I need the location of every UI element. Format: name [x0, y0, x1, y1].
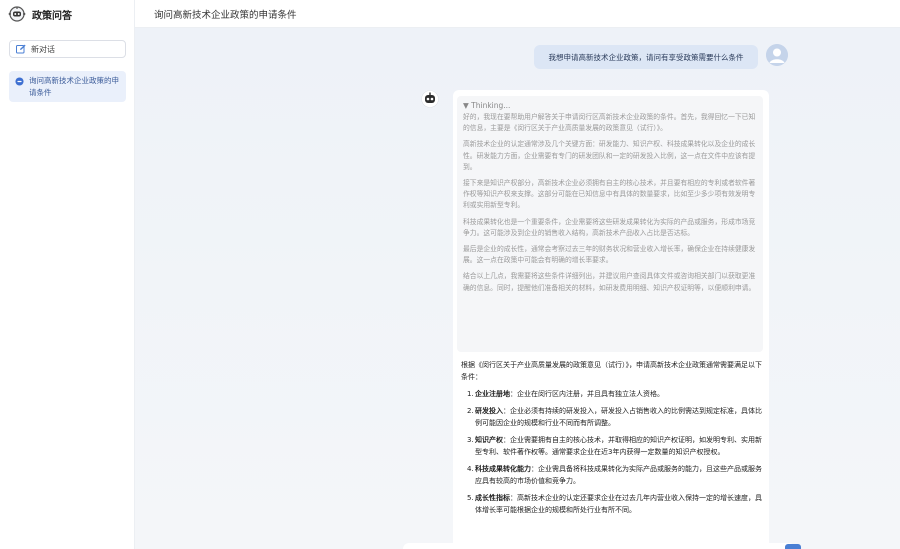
thinking-paragraph: 结合以上几点，我需要将这些条件详细列出，并建议用户查阅具体文件或咨询相关部门以获…: [463, 272, 756, 292]
item-title: 研发投入: [475, 407, 503, 415]
list-item: 5. 成长性指标：高新技术企业的认定还要求企业在过去几年内营业收入保持一定的增长速…: [461, 492, 763, 516]
thinking-toggle[interactable]: ▼ Thinking...: [463, 100, 757, 111]
item-title: 科技成果转化能力: [475, 465, 531, 473]
item-number: 2.: [467, 407, 474, 415]
header: 询问高新技术企业政策的申请条件: [135, 0, 900, 28]
new-chat-button[interactable]: 新对话: [9, 40, 126, 58]
item-text: ：企业在闵行区内注册，并且具有独立法人资格。: [510, 390, 664, 398]
page-title: 询问高新技术企业政策的申请条件: [154, 10, 297, 21]
thinking-paragraph: 高新技术企业的认定通常涉及几个关键方面：研发能力、知识产权、科技成果转化以及企业…: [463, 140, 756, 171]
robot-logo-icon: [8, 6, 26, 22]
user-avatar-icon: [766, 44, 788, 66]
answer-list: 1. 企业注册地：企业在闵行区内注册，并且具有独立法人资格。 2. 研发投入：企业必…: [461, 388, 763, 516]
list-item: 2. 研发投入：企业必须有持续的研发投入，研发投入占销售收入的比例需达到规定标准，…: [461, 405, 763, 429]
sidebar: 政策问答 新对话 询问高新技术企业政策的申请条件: [0, 0, 135, 549]
thinking-paragraph: 好的，我现在要帮助用户解答关于申请闵行区高新技术企业政策的条件。首先，我得回忆一…: [463, 113, 756, 133]
item-title: 成长性指标: [475, 494, 510, 502]
conversation-item[interactable]: 询问高新技术企业政策的申请条件: [9, 71, 126, 102]
thinking-panel[interactable]: ▼ Thinking... 好的，我现在要帮助用户解答关于申请闵行区高新技术企业…: [457, 96, 763, 352]
item-title: 知识产权: [475, 436, 503, 444]
conversation-label: 询问高新技术企业政策的申请条件: [29, 76, 119, 97]
list-item: 4. 科技成果转化能力：企业需具备将科技成果转化为实际产品或服务的能力，且这些产品…: [461, 463, 763, 487]
bot-avatar-icon: [421, 90, 439, 108]
item-number: 1.: [467, 390, 474, 398]
brand: 政策问答: [8, 5, 72, 23]
thinking-paragraph: 科技成果转化也是一个重要条件，企业需要将这些研发成果转化为实际的产品或服务，形成…: [463, 217, 756, 237]
user-message-text: 我想申请高新技术企业政策，请问有享受政策需要什么条件: [548, 52, 744, 62]
list-item: 3. 知识产权：企业需要拥有自主的核心技术，并取得相应的知识产权证明，如发明专利、…: [461, 434, 763, 458]
item-number: 4.: [467, 465, 474, 473]
item-text: ：高新技术企业的认定还要求企业在过去几年内营业收入保持一定的增长速度，具体增长率…: [475, 494, 762, 514]
user-message: 我想申请高新技术企业政策，请问有享受政策需要什么条件: [534, 45, 758, 69]
list-item: 1. 企业注册地：企业在闵行区内注册，并且具有独立法人资格。: [461, 388, 763, 400]
item-number: 3.: [467, 436, 474, 444]
message-input[interactable]: [403, 543, 795, 549]
new-chat-label: 新对话: [31, 44, 55, 54]
thinking-paragraph: 接下来是知识产权部分，高新技术企业必须拥有自主的核心技术，并且要有相应的专利或者…: [463, 179, 756, 210]
item-text: ：企业需要拥有自主的核心技术，并取得相应的知识产权证明，如发明专利、实用新型专利…: [475, 436, 762, 456]
answer-body: 根据《闵行区关于产业高质量发展的政策意见（试行）》，申请高新技术企业政策通常需要…: [461, 359, 763, 521]
chat-bubble-icon: [15, 77, 24, 86]
item-text: ：企业必须有持续的研发投入，研发投入占销售收入的比例需达到规定标准，具体比例可能…: [475, 407, 762, 427]
assistant-message: ▼ Thinking... 好的，我现在要帮助用户解答关于申请闵行区高新技术企业…: [453, 90, 769, 549]
item-title: 企业注册地: [475, 390, 510, 398]
answer-intro: 根据《闵行区关于产业高质量发展的政策意见（试行）》，申请高新技术企业政策通常需要…: [461, 361, 762, 381]
send-button[interactable]: [785, 544, 801, 549]
thinking-paragraph: 最后是企业的成长性，通常会考察过去三年的财务状况和营业收入增长率，确保企业在持续…: [463, 245, 756, 265]
edit-icon: [16, 44, 26, 54]
chat-area: 我想申请高新技术企业政策，请问有享受政策需要什么条件 ▼ Thinking...…: [135, 28, 900, 549]
item-number: 5.: [467, 494, 474, 502]
app-name: 政策问答: [32, 10, 72, 22]
